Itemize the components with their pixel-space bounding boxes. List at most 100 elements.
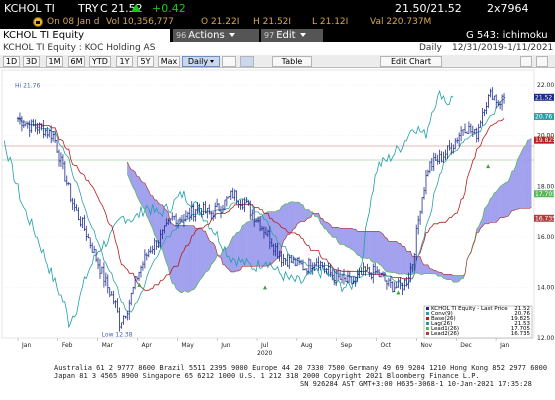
date-range[interactable]: 12/31/2019-1/11/2021 [452,42,553,55]
price-change: +0.42 [152,2,186,15]
cloud-segment [380,232,384,269]
x-axis-tick-label: May [181,342,194,349]
cloud-segment [437,271,440,277]
low-price: L 21.12I [312,17,349,27]
x-axis-tick-label: Sep [341,342,353,349]
footer-phones-line-2: Japan 81 3 4565 8900 Singapore 65 6212 1… [54,372,480,380]
cloud-segment [406,251,409,275]
x-axis-year-label: 2020 [257,350,272,357]
edit-menu-number: 97 [264,31,275,40]
cloud-segment [232,235,235,273]
legend-swatch [426,307,429,310]
cloud-segment [449,274,452,280]
cloud-segment [197,228,200,285]
cloud-segment [367,231,370,259]
security-title[interactable]: KCHOL TI Equity [0,29,170,42]
edit-chart-label: Edit Chart [390,57,432,66]
cloud-segment [494,191,497,223]
chevron-down-icon [299,33,306,37]
actions-menu-label: Actions [188,30,225,41]
up-arrow-icon [131,4,141,12]
cloud-segment [503,181,507,218]
range-button-max[interactable]: Max [158,56,180,67]
cloud-segment [490,196,493,223]
table-button[interactable]: Table [272,56,312,67]
edit-menu[interactable]: 97 Edit [261,29,323,42]
cloud-segment [238,229,241,272]
price-tag-label: 17.705 [535,191,555,198]
ichimoku-chart[interactable]: 22.00 20.00 18.00 16.00 14.00 12.00 Jan Feb Mar… [0,68,555,363]
range-button-3d[interactable]: 3D [23,56,40,67]
range-button-1y[interactable]: 1Y [116,56,133,67]
expand-icon[interactable] [536,56,548,67]
actions-menu-number: 96 [176,31,187,40]
cloud-segment [203,230,206,277]
cloud-segment [296,201,300,225]
cloud-segment [507,177,511,217]
cloud-segment [402,246,405,275]
x-axis-tick-label: Jul [260,342,269,349]
cloud-segment [429,268,433,275]
cloud-segment [175,225,179,291]
x-axis-tick-label: Nov [420,342,432,349]
legend-swatch [426,332,429,335]
cloud-segment [201,227,204,279]
cloud-segment [298,201,302,223]
chart-type-icon[interactable] [222,56,236,67]
y-axis-tick-label: 22.00 [537,82,554,89]
cloud-segment [285,203,288,239]
y-axis-tick-label: 18.00 [537,183,554,190]
edit-chart-button[interactable]: Edit Chart [380,56,442,67]
cloud-segment [314,213,317,217]
period-select[interactable]: Daily [182,56,220,67]
cloud-segment [378,231,382,266]
bid-ask-size: 2x7964 [487,2,529,15]
cloud-segment [142,182,146,211]
cloud-segment [154,199,157,239]
range-button-5y[interactable]: 5Y [137,56,154,67]
cloud-segment [248,220,251,267]
cloud-segment [339,228,343,245]
cloud-segment [353,228,356,254]
cloud-segment [484,205,487,224]
cloud-segment [230,236,233,273]
cloud-segment [455,275,458,283]
cloud-segment [193,225,196,291]
plot-frame [1,69,535,339]
range-button-ytd[interactable]: YTD [89,56,111,67]
range-button-1d[interactable]: 1D [3,56,20,67]
actions-menu[interactable]: 96 Actions [173,29,259,42]
cloud-segment [525,140,528,209]
footer: Australia 61 2 9777 8600 Brazil 5511 239… [0,363,555,400]
settings-icon[interactable] [520,56,532,67]
graph-title: G 543: ichimoku [466,30,548,41]
cloud-segment [501,183,505,218]
cloud-segment [211,241,214,266]
cloud-segment [486,202,489,224]
cloud-segment [359,231,362,259]
legend-value: 16.735 [511,331,531,337]
cloud-segment [351,228,354,251]
cloud-segment [423,264,427,274]
frequency-label: Daily [419,43,442,53]
cloud-segment [289,201,292,235]
cloud-segment [376,231,380,265]
trade-date: On 08 Jan d [47,17,100,27]
cloud-segment [447,274,450,280]
currency: TRY [78,2,99,15]
chart-canvas: 22.0020.0018.0016.0014.0012.00 Jan Feb Mar… [1,69,555,357]
price-tag-label: 21.52 [535,94,552,101]
cloud-segment [185,225,189,293]
cloud-segment [226,245,230,270]
price-tags: 21.52 20.76 19.825 17.705 16.735 [534,93,555,222]
legend-swatch [426,327,429,330]
range-button-6m[interactable]: 6M [68,56,85,67]
cloud-segment [187,225,190,293]
cloud-segment [496,188,499,223]
ticker-symbol[interactable]: KCHOL TI [4,2,55,15]
cloud-segment [382,233,386,271]
chart-style-icon[interactable] [240,56,254,67]
cloud-segment [396,241,399,275]
x-axis-tick-label: Jan [21,342,31,349]
range-button-1m[interactable]: 1M [46,56,63,67]
